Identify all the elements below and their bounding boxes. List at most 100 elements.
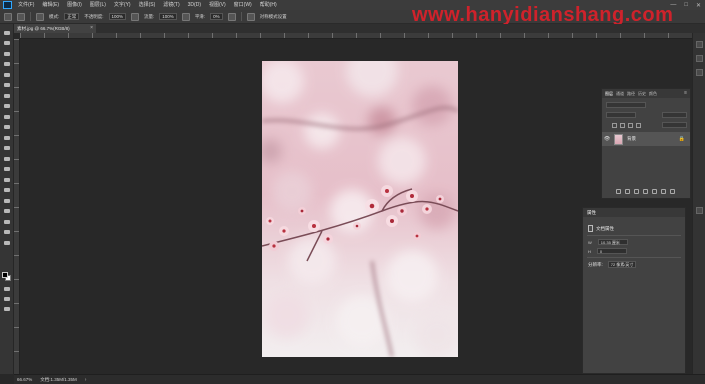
resolution-select[interactable]: 72 像素/英寸 bbox=[607, 261, 637, 268]
new-group-icon[interactable] bbox=[652, 189, 657, 194]
blend-mode-select[interactable] bbox=[606, 112, 636, 118]
document-tab-label: 素材.jpg @ 66.7%(RGB/8) bbox=[17, 26, 70, 31]
dock-properties-icon[interactable] bbox=[696, 207, 703, 214]
canvas-image[interactable] bbox=[262, 61, 458, 357]
divider bbox=[587, 257, 681, 258]
clone-stamp-icon[interactable] bbox=[3, 114, 11, 119]
dock-history-icon[interactable] bbox=[696, 55, 703, 62]
maximize-icon[interactable]: □ bbox=[684, 2, 688, 8]
add-mask-icon[interactable] bbox=[634, 189, 639, 194]
eyedropper-icon[interactable] bbox=[3, 83, 11, 88]
history-brush-icon[interactable] bbox=[3, 125, 11, 130]
screen-mode-icon[interactable] bbox=[3, 306, 11, 311]
opacity-field[interactable]: 100% bbox=[108, 13, 127, 20]
gear-icon[interactable] bbox=[227, 12, 236, 21]
menu-item[interactable]: 视图(V) bbox=[205, 0, 230, 10]
pen-tool-icon[interactable] bbox=[3, 177, 11, 182]
blur-tool-icon[interactable] bbox=[3, 156, 11, 161]
photoshop-logo-icon[interactable] bbox=[0, 0, 14, 10]
menu-item[interactable]: 文字(Y) bbox=[110, 0, 135, 10]
magic-wand-icon[interactable] bbox=[3, 62, 11, 67]
menu-item[interactable]: 选择(S) bbox=[135, 0, 160, 10]
lock-position-icon[interactable] bbox=[620, 123, 625, 128]
horizontal-ruler[interactable] bbox=[20, 33, 692, 39]
eye-icon[interactable]: 👁 bbox=[602, 136, 612, 142]
airbrush-icon[interactable] bbox=[181, 12, 190, 21]
panel-tab[interactable]: 图层 bbox=[605, 91, 613, 97]
panel-tab[interactable]: 历史 bbox=[638, 91, 646, 97]
layer-thumbnail bbox=[614, 133, 623, 145]
eraser-icon[interactable] bbox=[3, 135, 11, 140]
close-icon[interactable]: ✕ bbox=[696, 2, 701, 9]
panel-dock bbox=[692, 33, 705, 374]
link-layers-icon[interactable] bbox=[616, 189, 621, 194]
layer-opacity-field[interactable] bbox=[662, 112, 687, 118]
marquee-tool-icon[interactable] bbox=[3, 41, 11, 46]
lock-artboard-icon[interactable] bbox=[628, 123, 633, 128]
more-tools-icon[interactable] bbox=[3, 240, 11, 245]
brush-panel-icon[interactable] bbox=[36, 12, 44, 21]
menu-item[interactable]: 窗口(W) bbox=[230, 0, 256, 10]
menu-item[interactable]: 帮助(H) bbox=[256, 0, 281, 10]
zoom-level[interactable]: 66.67% bbox=[17, 377, 32, 382]
width-row: W 10.35 厘米 bbox=[588, 239, 628, 245]
mode-select[interactable]: 正常 bbox=[64, 13, 80, 20]
mode-label: 模式: bbox=[49, 13, 60, 19]
menu-item[interactable]: 图层(L) bbox=[86, 0, 110, 10]
quick-mask-icon[interactable] bbox=[3, 296, 11, 301]
move-tool-icon[interactable] bbox=[3, 30, 11, 35]
layer-filter-select[interactable] bbox=[606, 102, 646, 108]
menu-item[interactable]: 图像(I) bbox=[63, 0, 86, 10]
smooth-label: 平滑: bbox=[194, 13, 206, 19]
zoom-tool-icon[interactable] bbox=[3, 230, 11, 235]
lock-pixels-icon[interactable] bbox=[612, 123, 617, 128]
adjustment-layer-icon[interactable] bbox=[643, 189, 648, 194]
close-tab-icon[interactable]: × bbox=[90, 24, 93, 33]
lasso-tool-icon[interactable] bbox=[3, 51, 11, 56]
panel-tab[interactable]: 通道 bbox=[616, 91, 624, 97]
panel-tab[interactable]: 路径 bbox=[627, 91, 635, 97]
document-tab[interactable]: 素材.jpg @ 66.7%(RGB/8) × bbox=[14, 24, 96, 33]
gradient-tool-icon[interactable] bbox=[3, 146, 11, 151]
menu-item[interactable]: 文件(F) bbox=[14, 0, 38, 10]
brush-preset-icon[interactable] bbox=[17, 12, 25, 21]
foreground-color-swatch[interactable] bbox=[2, 272, 8, 278]
crop-tool-icon[interactable] bbox=[3, 72, 11, 77]
pressure-opacity-icon[interactable] bbox=[131, 12, 140, 21]
layer-style-icon[interactable] bbox=[625, 189, 630, 194]
dock-collapse-icon[interactable] bbox=[696, 41, 703, 48]
pressure-size-icon[interactable] bbox=[246, 12, 255, 21]
menu-item[interactable]: 编辑(E) bbox=[38, 0, 63, 10]
new-layer-icon[interactable] bbox=[661, 189, 666, 194]
hand-tool-icon[interactable] bbox=[3, 219, 11, 224]
path-select-icon[interactable] bbox=[3, 198, 11, 203]
shape-tool-icon[interactable] bbox=[3, 209, 11, 214]
height-field[interactable]: 0 bbox=[596, 248, 627, 254]
cherry-blossom-photo bbox=[262, 61, 458, 357]
flow-field[interactable]: 100% bbox=[159, 13, 177, 20]
type-tool-icon[interactable] bbox=[3, 188, 11, 193]
panel-menu-icon[interactable]: ≡ bbox=[684, 90, 687, 96]
smooth-field[interactable]: 0% bbox=[210, 13, 223, 20]
flow-label: 流量: bbox=[144, 13, 155, 19]
height-label: H bbox=[588, 248, 591, 254]
menu-item[interactable]: 滤镜(T) bbox=[159, 0, 183, 10]
menu-item[interactable]: 3D(D) bbox=[184, 0, 205, 10]
vertical-ruler[interactable] bbox=[14, 39, 20, 374]
symmetry-label[interactable]: 对称模式设置 bbox=[260, 14, 287, 20]
resolution-label: 分辨率: bbox=[588, 261, 603, 267]
dock-adjust-icon[interactable] bbox=[696, 69, 703, 76]
lock-all-icon[interactable] bbox=[636, 123, 641, 128]
healing-brush-icon[interactable] bbox=[3, 93, 11, 98]
brush-tool-icon[interactable] bbox=[3, 104, 11, 109]
edit-toolbar-icon[interactable] bbox=[3, 286, 11, 291]
fill-field[interactable] bbox=[662, 122, 687, 128]
home-icon[interactable] bbox=[4, 12, 12, 21]
document-properties-row: 文档属性 bbox=[588, 225, 614, 232]
status-menu-icon[interactable]: › bbox=[85, 377, 87, 383]
layer-row-background[interactable]: 👁 背景 🔒 bbox=[602, 132, 690, 146]
dodge-tool-icon[interactable] bbox=[3, 167, 11, 172]
panel-tab[interactable]: 颜色 bbox=[649, 91, 657, 97]
trash-icon[interactable] bbox=[670, 189, 675, 194]
width-field[interactable]: 10.35 厘米 bbox=[597, 239, 628, 245]
